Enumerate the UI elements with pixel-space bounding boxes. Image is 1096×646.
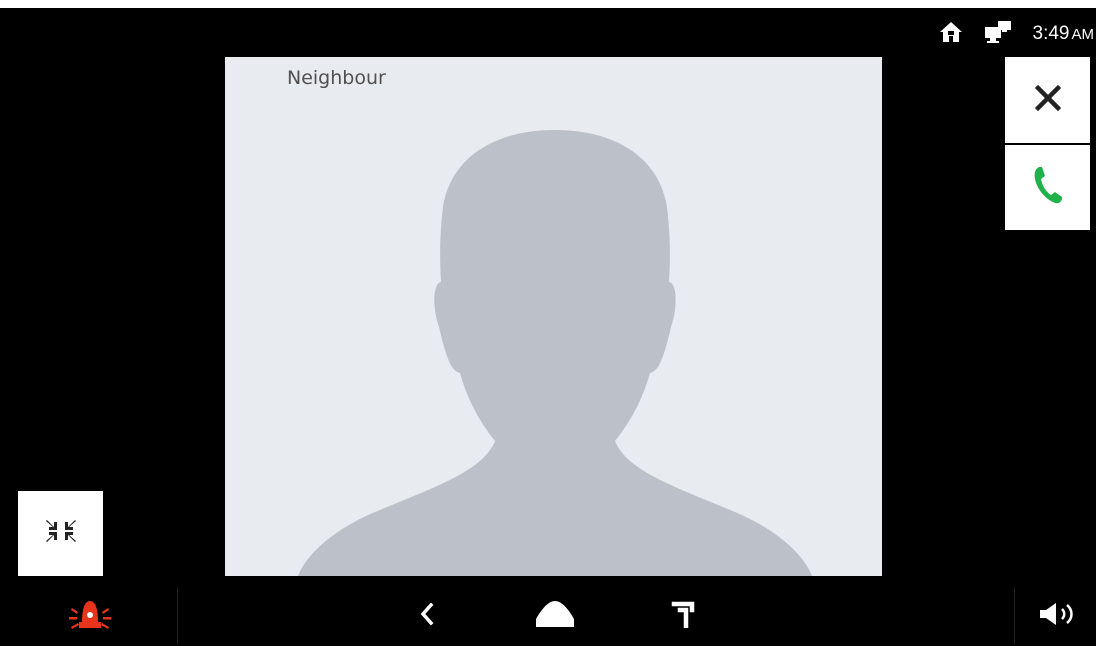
end-call-button[interactable] [1005,57,1090,143]
clock-time: 3:49 [1032,23,1070,44]
home-nav-button[interactable] [530,586,580,646]
desktop-monitor-icon [984,20,1011,48]
clock: 3:49 AM [1033,23,1094,45]
minimize-arrows-icon [45,518,77,549]
top-edge [0,0,1096,8]
caller-silhouette [298,130,812,576]
alarm-button[interactable] [40,586,140,646]
volume-icon [1038,600,1082,633]
home-icon [534,599,576,634]
navigation-bar [0,586,1096,646]
home-status-icon [939,21,963,48]
clock-ampm: AM [1071,26,1095,43]
recent-button[interactable] [660,586,704,646]
status-bar: 3:49 AM [939,14,1096,54]
phone-answer-icon [1033,165,1063,210]
answer-call-button[interactable] [1005,145,1090,230]
recent-icon [668,600,696,633]
back-icon [419,602,435,630]
nav-separator [177,588,178,644]
video-feed: Neighbour [225,57,882,576]
nav-separator [1014,588,1015,644]
minimize-button[interactable] [18,491,103,576]
volume-button[interactable] [1030,586,1090,646]
close-icon [1034,84,1061,116]
back-button[interactable] [405,586,449,646]
alarm-siren-icon [66,596,114,637]
caller-name: Neighbour [287,67,386,89]
